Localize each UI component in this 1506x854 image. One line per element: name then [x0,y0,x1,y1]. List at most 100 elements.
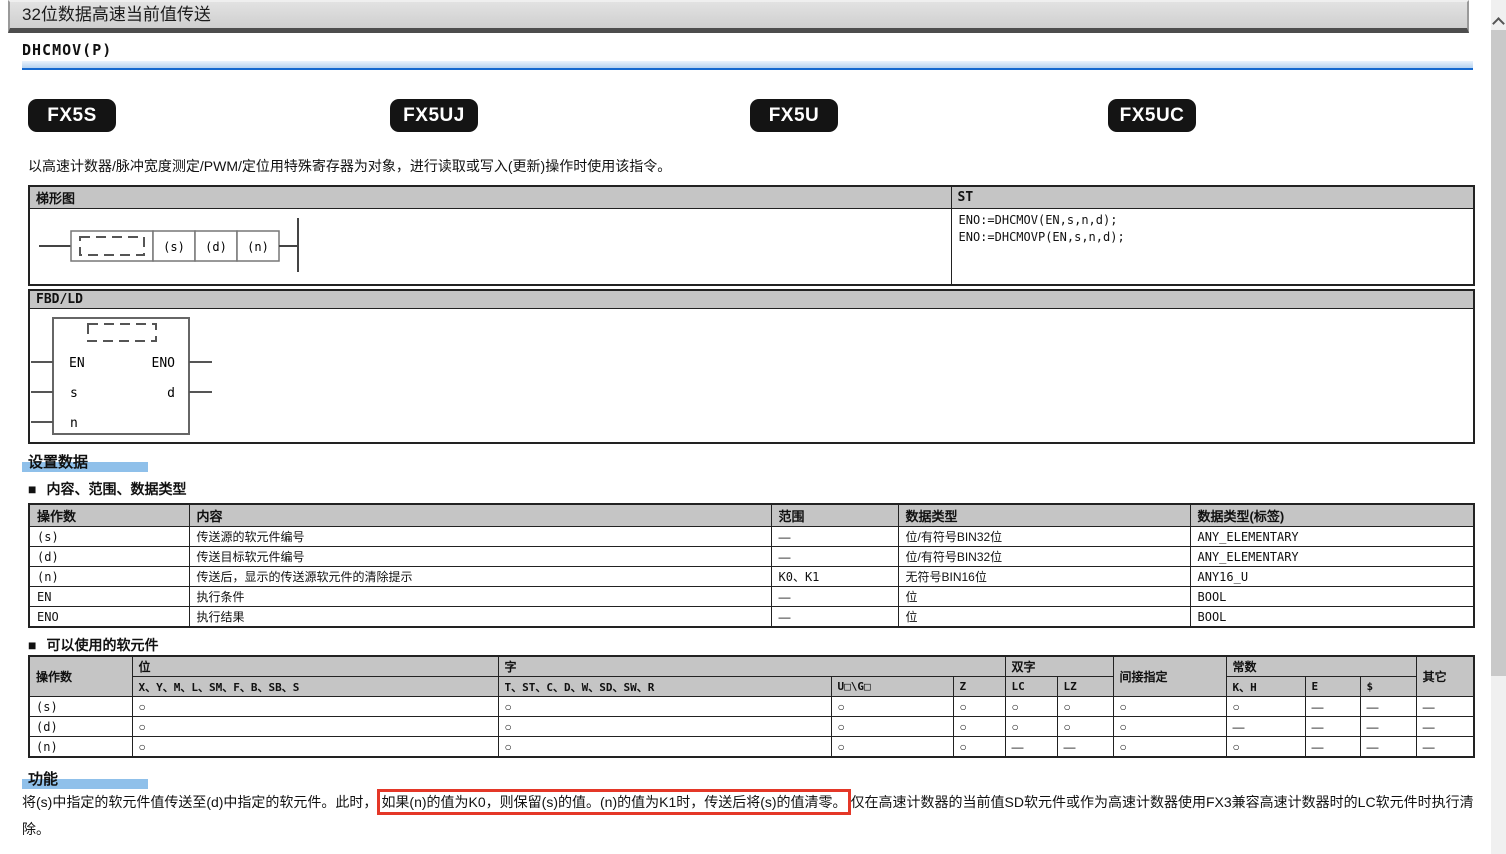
operand-content-table: 操作数 内容 范围 数据类型 数据类型(标签) (s) 传送源的软元件编号 — … [28,503,1475,628]
page-title: 32位数据高速当前值传送 [8,0,1469,33]
cell: ANY16_U [1190,567,1474,587]
table-row: (s) 传送源的软元件编号 — 位/有符号BIN32位 ANY_ELEMENTA… [29,527,1474,547]
cell: ○ [831,697,953,717]
cell: 执行条件 [189,587,771,607]
manual-page: 32位数据高速当前值传送 DHCMOV(P) FX5S FX5UJ FX5U F… [0,0,1506,854]
table-row: 梯形图 ST [29,186,1474,209]
col-e: E [1305,677,1360,697]
function-text-highlighted-redbox: 如果(n)的值为K0，则保留(s)的值。(n)的值为K1时，传送后将(s)的值清… [377,789,850,815]
cell: — [1360,717,1416,737]
cell: — [1005,737,1057,758]
table-row: (n) 传送后，显示的传送源软元件的清除提示 K0、K1 无符号BIN16位 A… [29,567,1474,587]
cell: 传送后，显示的传送源软元件的清除提示 [189,567,771,587]
group-word: 字 [498,656,1005,677]
plc-badge-fx5s: FX5S [28,99,116,132]
col-bit-devices: X、Y、M、L、SM、F、B、SB、S [132,677,498,697]
table-row: ENO 执行结果 — 位 BOOL [29,607,1474,628]
table-row: (s) (d) (n) ENO:=DHCMOV(EN,s,n,d); ENO:=… [29,209,1474,286]
cell: — [1360,697,1416,717]
group-constant: 常数 [1226,656,1416,677]
cell: — [1416,717,1474,737]
plc-badge-fx5u: FX5U [750,99,838,132]
cell: — [1226,717,1305,737]
fbd-diagram-cell: EN ENO s d n [29,309,1474,444]
table-row: EN 执行条件 — 位 BOOL [29,587,1474,607]
col-z: Z [953,677,1005,697]
col-lz: LZ [1057,677,1113,697]
fbd-pin-n: n [70,416,78,431]
col-lc: LC [1005,677,1057,697]
cell: ○ [498,737,831,758]
cell: BOOL [1190,607,1474,628]
cell: ○ [498,717,831,737]
cell: BOOL [1190,587,1474,607]
table-row: (s) ○ ○ ○ ○ ○ ○ ○ ○ — — — [29,697,1474,717]
function-description: 将(s)中指定的软元件值传送至(d)中指定的软元件。此时，如果(n)的值为K0，… [22,789,1474,843]
cell: (s) [29,527,189,547]
cell: — [1305,697,1360,717]
table-row: (n) ○ ○ ○ ○ — — ○ ○ — — — [29,737,1474,758]
cell: ENO [29,607,189,628]
group-other: 其它 [1416,656,1474,697]
ladder-param-n: (n) [247,240,269,254]
col-kh: K、H [1226,677,1305,697]
st-code-cell: ENO:=DHCMOV(EN,s,n,d); ENO:=DHCMOVP(EN,s… [951,209,1474,286]
cell: (n) [29,737,132,758]
cell: ○ [1005,697,1057,717]
table-row: (d) 传送目标软元件编号 — 位/有符号BIN32位 ANY_ELEMENTA… [29,547,1474,567]
section-heading-setting-data: 设置数据 [22,451,88,473]
group-doubleword: 双字 [1005,656,1113,677]
cell: — [1305,737,1360,758]
table-row: (d) ○ ○ ○ ○ ○ ○ ○ — — — — [29,717,1474,737]
cell: (n) [29,567,189,587]
instruction-description: 以高速计数器/脉冲宽度测定/PWM/定位用特殊寄存器为对象，进行读取或写入(更新… [28,156,671,176]
vertical-scrollbar-thumb[interactable] [1491,30,1506,676]
cell: 位/有符号BIN32位 [898,547,1190,567]
function-text-before: 将(s)中指定的软元件值传送至(d)中指定的软元件。此时， [22,794,377,810]
plc-badge-fx5uc: FX5UC [1108,99,1196,132]
plc-badge-fx5uj: FX5UJ [390,99,478,132]
cell: — [1360,737,1416,758]
fbd-ld-table: FBD/LD EN ENO s d n [28,289,1475,444]
cell: 传送目标软元件编号 [189,547,771,567]
square-bullet-icon: ■ [28,481,36,497]
col-operand: 操作数 [29,656,132,697]
st-code-line: ENO:=DHCMOVP(EN,s,n,d); [953,227,1473,244]
cell: ○ [1113,737,1226,758]
col-range: 范围 [771,504,898,527]
cell: ○ [132,737,498,758]
table-row: 操作数 位 字 双字 间接指定 常数 其它 [29,656,1474,677]
col-dollar: $ [1360,677,1416,697]
square-bullet-icon: ■ [28,637,36,653]
cell: ○ [1113,697,1226,717]
cell: ○ [1226,697,1305,717]
cell: ○ [953,717,1005,737]
cell: ○ [1057,697,1113,717]
instruction-name: DHCMOV(P) [22,41,112,59]
cell: ○ [1005,717,1057,737]
cell: — [1416,697,1474,717]
cell: ○ [1057,717,1113,737]
usable-devices-table: 操作数 位 字 双字 间接指定 常数 其它 X、Y、M、L、SM、F、B、SB、… [28,655,1475,758]
cell: ○ [831,737,953,758]
cell: 传送源的软元件编号 [189,527,771,547]
st-code-line: ENO:=DHCMOV(EN,s,n,d); [953,210,1473,227]
cell: 位 [898,607,1190,628]
cell: — [771,607,898,628]
cell: — [1057,737,1113,758]
cell: ○ [498,697,831,717]
fbd-pin-d: d [167,386,175,401]
ladder-diagram: (s) (d) (n) [31,210,951,278]
cell: ○ [132,717,498,737]
table-row: EN ENO s d n [29,309,1474,444]
cell: — [771,587,898,607]
cell: ○ [953,697,1005,717]
cell: 无符号BIN16位 [898,567,1190,587]
ladder-diagram-cell: (s) (d) (n) [29,209,951,286]
cell: ANY_ELEMENTARY [1190,527,1474,547]
st-header-cell: ST [951,186,1474,209]
cell: (d) [29,717,132,737]
fbd-header-cell: FBD/LD [29,290,1474,309]
cell: K0、K1 [771,567,898,587]
group-bit: 位 [132,656,498,677]
